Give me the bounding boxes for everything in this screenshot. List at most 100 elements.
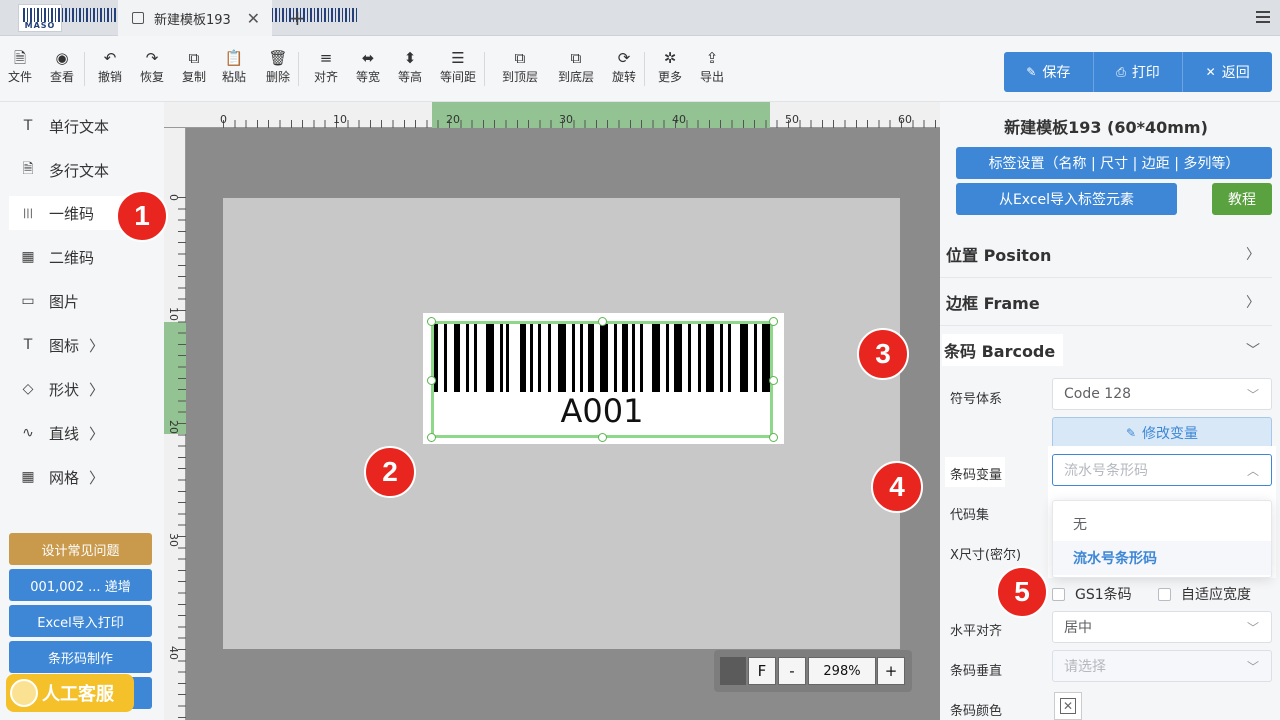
auto-width-label: 自适应宽度 xyxy=(1181,587,1251,603)
add-tab-icon[interactable]: + xyxy=(289,6,306,30)
symbology-select[interactable]: Code 128 ﹀ xyxy=(1052,378,1272,410)
resize-handle[interactable] xyxy=(769,317,778,326)
ruler-top-label: 40 xyxy=(672,113,686,126)
toolbar-undo-button[interactable]: ↶ 撤销 xyxy=(90,48,130,85)
selection-frame[interactable] xyxy=(431,321,773,438)
zoom-in-button[interactable]: + xyxy=(877,657,905,685)
halign-select[interactable]: 居中 ﹀ xyxy=(1052,611,1272,643)
ruler-top-label: 50 xyxy=(785,113,799,126)
toolbar-equal-width-button[interactable]: ⬌ 等宽 xyxy=(348,48,388,85)
chevron-up-icon: ︿ xyxy=(1246,463,1259,478)
sidebar-item-icon-set[interactable]: T 图标〉 xyxy=(9,328,137,362)
callout-1: 1 xyxy=(116,190,168,242)
tutorial-button[interactable]: 教程 xyxy=(1212,183,1272,215)
toolbar-paste-button[interactable]: 📋 粘贴 xyxy=(214,48,254,85)
tab-template[interactable]: 新建模板193 ✕ xyxy=(118,0,272,36)
toolbar-copy-button[interactable]: ⧉ 复制 xyxy=(174,48,214,85)
barcode-make-button[interactable]: 条形码制作 xyxy=(9,641,152,673)
toolbar-redo-button[interactable]: ↷ 恢复 xyxy=(132,48,172,85)
toolbar-send-back-button[interactable]: ⧉ 到底层 xyxy=(550,48,602,85)
toolbar-equal-height-button[interactable]: ⬍ 等高 xyxy=(390,48,430,85)
bring-front-icon: ⧉ xyxy=(514,49,526,67)
align-icon: ≡ xyxy=(319,49,333,67)
gs1-checkbox[interactable]: GS1条码 xyxy=(1052,584,1132,604)
auto-width-checkbox[interactable]: 自适应宽度 xyxy=(1158,584,1251,604)
close-icon[interactable]: ✕ xyxy=(247,9,260,28)
toolbar-rotate-button[interactable]: ⟳ 旋转 xyxy=(604,48,644,85)
sidebar-item-grid[interactable]: ▦ 网格〉 xyxy=(9,460,137,494)
edit-icon: ✎ xyxy=(1125,426,1137,440)
toolbar-separator xyxy=(644,52,645,86)
close-icon: ✕ xyxy=(1060,698,1076,714)
save-label: 保存 xyxy=(1042,65,1071,81)
toolbar-separator xyxy=(298,52,299,86)
toolbar-file-button[interactable]: 🗎 文件 xyxy=(0,48,40,85)
xsize-label: X尺寸(密尔) xyxy=(950,548,1022,563)
color-picker[interactable]: ✕ xyxy=(1054,692,1082,720)
customer-service-button[interactable]: 人工客服 xyxy=(6,674,134,712)
label-settings-button[interactable]: 标签设置（名称 | 尺寸 | 边距 | 多列等） xyxy=(956,147,1272,179)
section-frame-label: 边框 Frame xyxy=(946,293,1040,313)
dropdown-option[interactable]: 无 xyxy=(1053,507,1271,541)
hamburger-menu-icon[interactable] xyxy=(1256,11,1270,23)
dropdown-option[interactable]: 流水号条形码 xyxy=(1053,541,1271,575)
section-frame[interactable]: 边框 Frame 〉 xyxy=(940,278,1272,326)
increment-button[interactable]: 001,002 ... 递增 xyxy=(9,569,152,601)
toolbar-export-button[interactable]: ⇪ 导出 xyxy=(692,48,732,85)
checkbox-box[interactable] xyxy=(1158,587,1171,601)
brand-text: MASO xyxy=(24,21,56,30)
sidebar-item-qrcode[interactable]: ▦ 二维码 xyxy=(9,240,137,274)
sidebar-item-multiline-text[interactable]: 🗎 多行文本 xyxy=(9,153,137,187)
toolbar-more-button[interactable]: ✲ 更多 xyxy=(650,48,690,85)
service-label: 人工客服 xyxy=(42,684,114,705)
toolbar-bring-front-button[interactable]: ⧉ 到顶层 xyxy=(494,48,546,85)
color-label: 条码颜色 xyxy=(950,704,1003,719)
sidebar-item-line[interactable]: ∿ 直线〉 xyxy=(9,416,137,450)
zoom-out-button[interactable]: - xyxy=(778,657,806,685)
modify-variable-button[interactable]: ✎ 修改变量 xyxy=(1052,417,1272,449)
save-button[interactable]: ✎ 保存 xyxy=(1004,52,1094,92)
chevron-down-icon: ﹀ xyxy=(1246,659,1259,674)
toolbar-align-button[interactable]: ≡ 对齐 xyxy=(306,48,346,85)
checkbox-box[interactable] xyxy=(1052,587,1065,601)
sidebar-item-shape[interactable]: ◇ 形状〉 xyxy=(9,372,137,406)
resize-handle[interactable] xyxy=(427,317,436,326)
resize-handle[interactable] xyxy=(598,433,607,442)
sidebar-item-label: 一维码 xyxy=(49,204,95,223)
color-swatch[interactable] xyxy=(720,657,746,685)
edit-icon: ✎ xyxy=(1026,65,1037,79)
sidebar-item-image[interactable]: ▭ 图片 xyxy=(9,284,137,318)
ruler-top-label: 20 xyxy=(446,113,460,126)
section-position[interactable]: 位置 Positon 〉 xyxy=(940,230,1272,278)
toolbar-eye-button[interactable]: ◉ 查看 xyxy=(42,48,82,85)
import-excel-button[interactable]: 从Excel导入标签元素 xyxy=(956,183,1177,215)
ruler-left-label: 20 xyxy=(167,420,180,434)
sidebar-item-text[interactable]: T 单行文本 xyxy=(9,109,137,143)
resize-handle[interactable] xyxy=(769,376,778,385)
faq-button[interactable]: 设计常见问题 xyxy=(9,533,152,565)
chevron-down-icon: ﹀ xyxy=(1246,343,1260,359)
line-icon: ∿ xyxy=(22,425,34,441)
resize-handle[interactable] xyxy=(769,433,778,442)
shape-icon: ◇ xyxy=(22,381,34,397)
resize-handle[interactable] xyxy=(427,376,436,385)
resize-handle[interactable] xyxy=(598,317,607,326)
sidebar-item-label: 网格 xyxy=(49,468,80,487)
valign-select[interactable]: 请选择 ﹀ xyxy=(1052,650,1272,682)
tab-bar: MASO 新建模板193 ✕ + xyxy=(0,0,1280,36)
zoom-level: 298% xyxy=(808,657,876,685)
back-button[interactable]: ✕ 返回 xyxy=(1183,52,1272,92)
barcode-variable-select[interactable]: 流水号条形码 ︿ xyxy=(1052,454,1272,486)
chevron-down-icon: ﹀ xyxy=(1246,387,1259,402)
section-barcode[interactable]: 条码 Barcode ﹀ xyxy=(940,326,1272,374)
print-button[interactable]: ⎙ 打印 xyxy=(1094,52,1184,92)
toolbar-label: 等高 xyxy=(397,70,422,84)
text-icon: T xyxy=(23,118,33,134)
toolbar-trash-button[interactable]: 🗑 删除 xyxy=(258,48,298,85)
equal-width-icon: ⬌ xyxy=(361,49,375,67)
fit-button[interactable]: F xyxy=(748,657,776,685)
redo-icon: ↷ xyxy=(145,49,159,67)
resize-handle[interactable] xyxy=(427,433,436,442)
excel-print-button[interactable]: Excel导入打印 xyxy=(9,605,152,637)
toolbar-equal-spacing-button[interactable]: ☰ 等间距 xyxy=(432,48,484,85)
